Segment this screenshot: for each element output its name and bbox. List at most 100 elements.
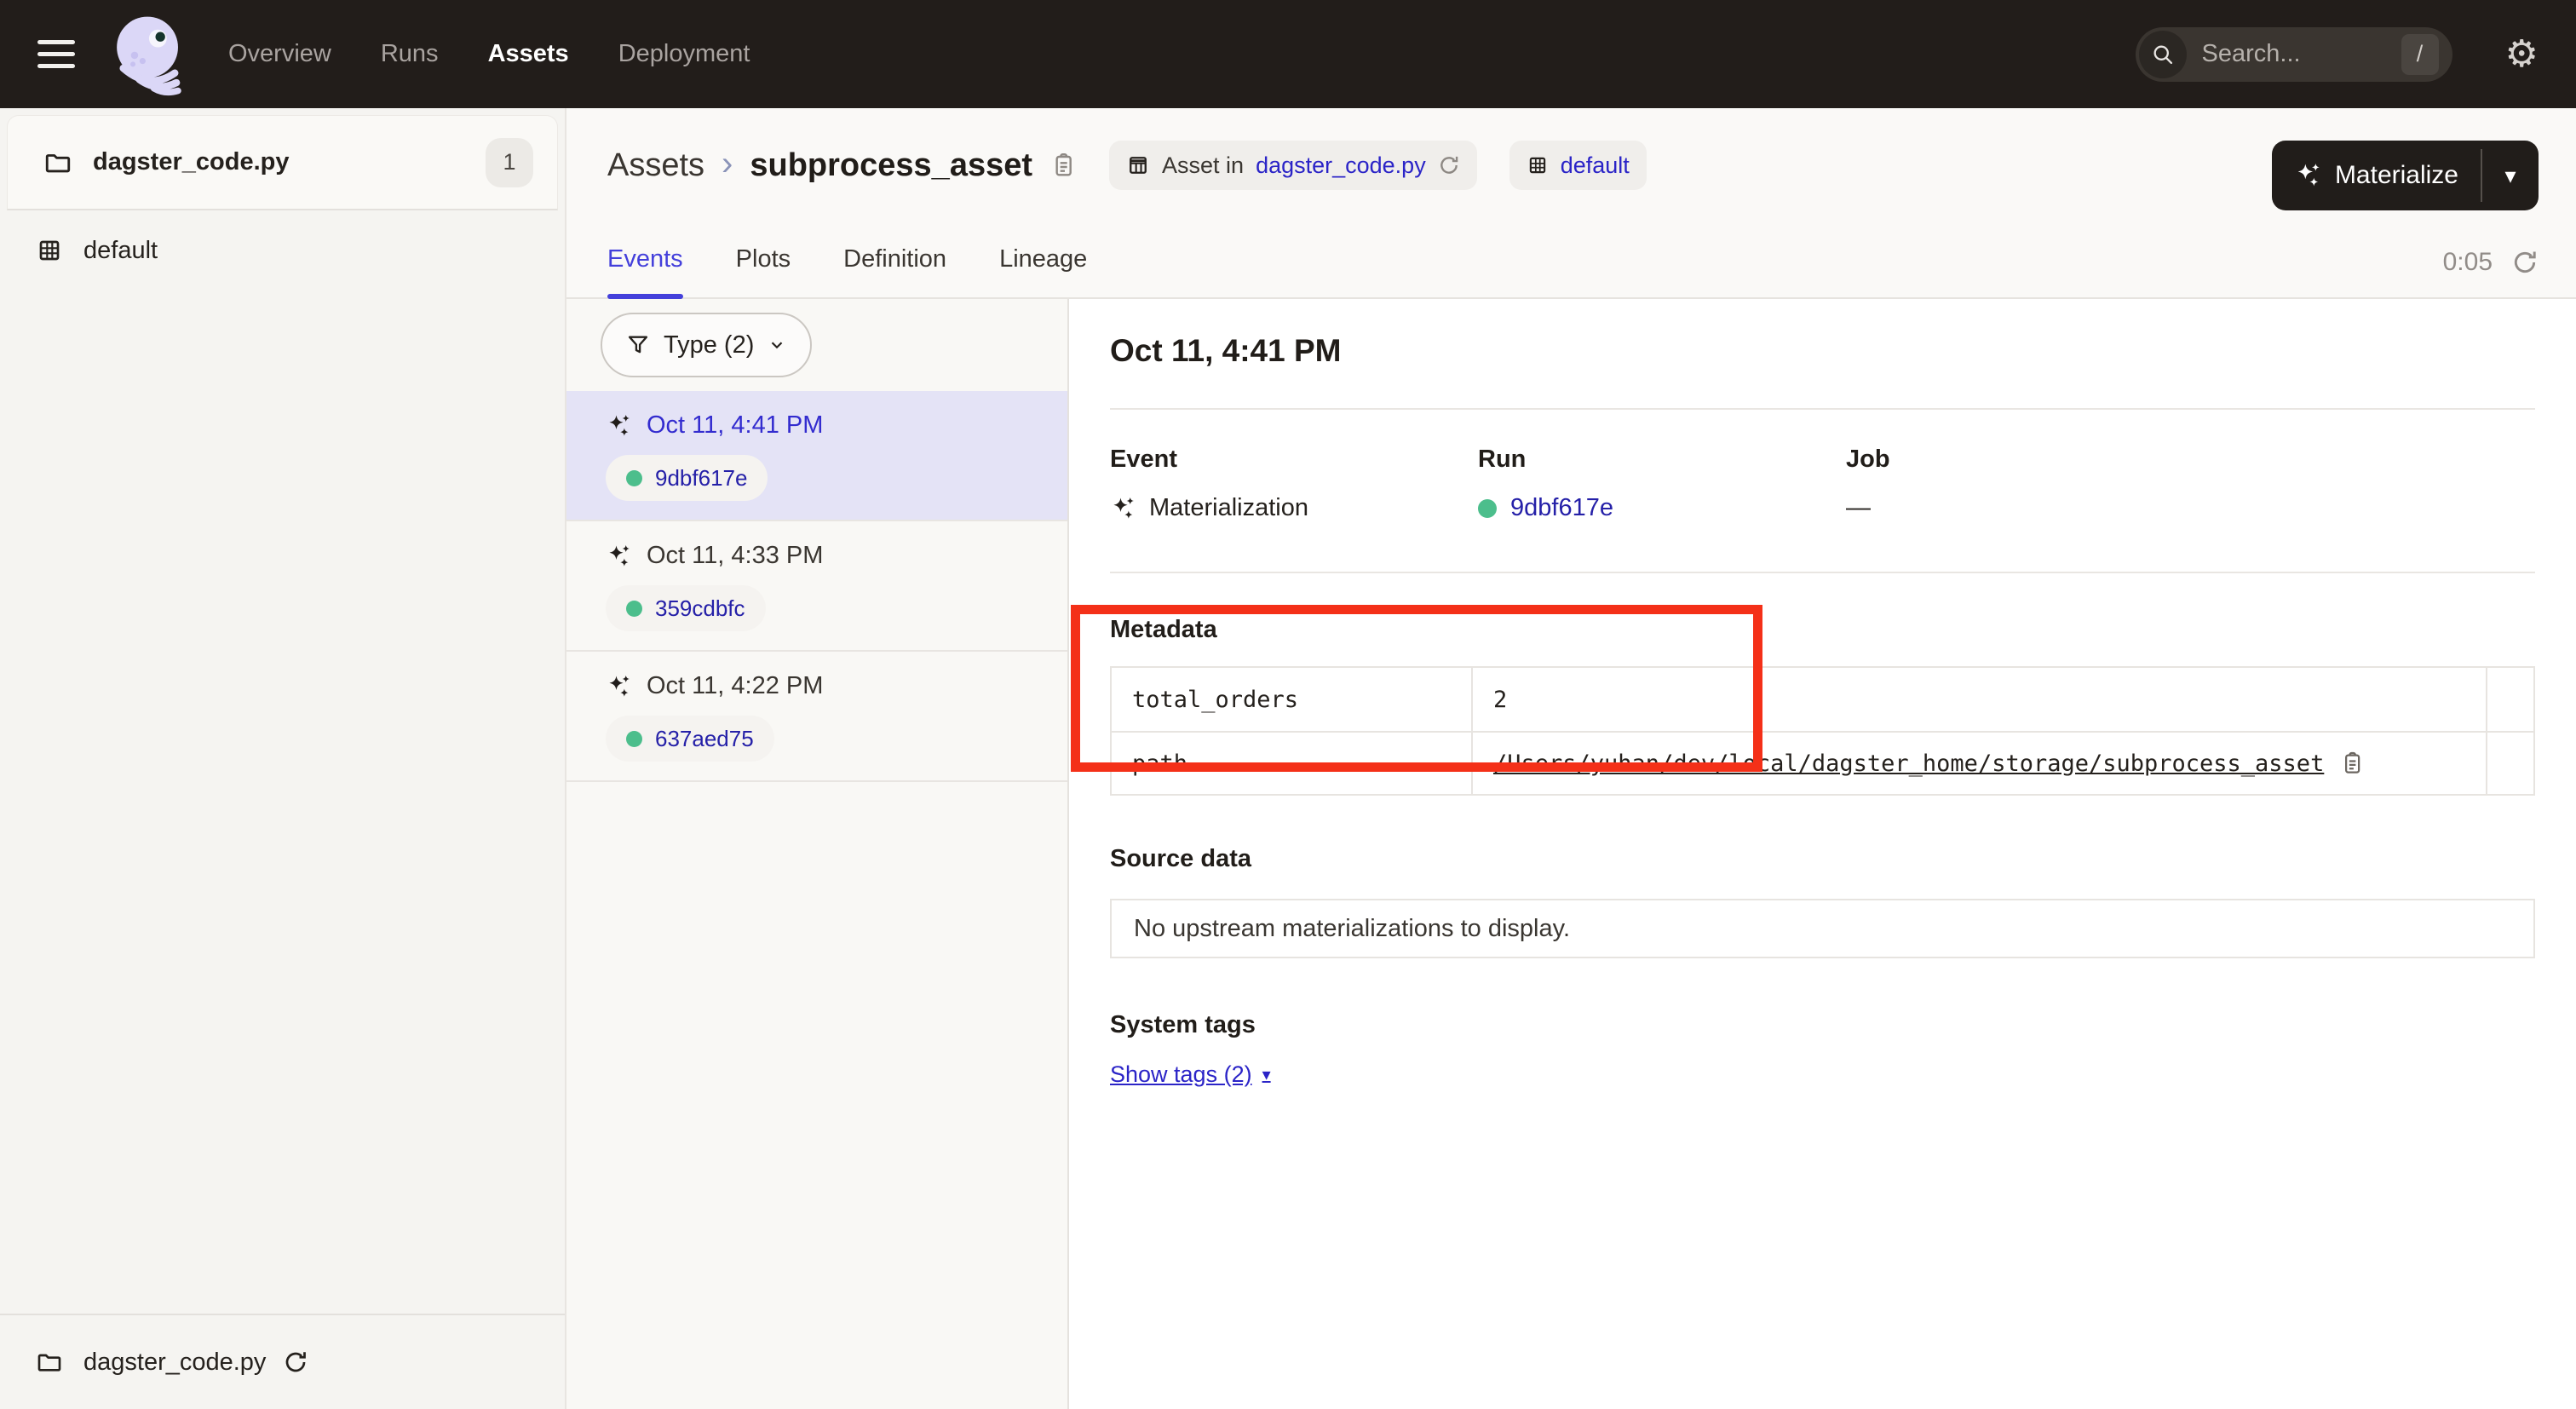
folder-icon [43,148,72,177]
system-tags-heading: System tags [1110,1011,2535,1039]
event-column-label: Event [1110,446,1478,474]
filter-label: Type (2) [664,331,754,359]
materialize-dropdown-button[interactable]: ▾ [2482,141,2539,210]
code-location-link[interactable]: dagster_code.py [1256,152,1426,179]
materialization-sparkle-icon [2294,162,2321,189]
metadata-heading: Metadata [1110,616,2535,644]
search-icon [2139,31,2187,78]
job-value: — [1846,494,1871,522]
table-row: total_orders 2 [1112,668,2533,731]
asset-group-icon [36,237,63,264]
storage-path-link[interactable]: /Users/yuhan/dev/local/dagster_home/stor… [1493,751,2324,777]
tab-plots[interactable]: Plots [736,245,791,297]
asset-count-badge: 1 [486,138,533,187]
sidebar-footer-code-location[interactable]: dagster_code.py [0,1314,565,1409]
event-detail-panel: Oct 11, 4:41 PM Event Materialization Ru… [1069,299,2576,1409]
asset-in-prefix: Asset in [1162,152,1244,179]
sidebar-item-code-location[interactable]: dagster_code.py 1 [7,115,558,210]
asset-in-badge[interactable]: Asset in dagster_code.py [1109,141,1477,190]
group-link[interactable]: default [1561,152,1630,179]
job-column-label: Job [1846,446,2535,474]
sidebar-item-label: default [83,237,158,265]
materialization-sparkle-icon [606,674,631,699]
metadata-key: total_orders [1112,668,1473,731]
nav-item-runs[interactable]: Runs [381,40,439,68]
asset-tabs-row: Events Plots Definition Lineage 0:05 [566,210,2576,299]
nav-item-assets[interactable]: Assets [488,40,569,68]
materialization-sparkle-icon [606,413,631,439]
materialize-button[interactable]: Materialize [2272,141,2481,210]
event-detail-title: Oct 11, 4:41 PM [1110,333,2535,369]
run-badge[interactable]: 359cdbfc [606,585,766,631]
event-list-item[interactable]: Oct 11, 4:41 PM 9dbf617e [566,391,1067,521]
run-id-link[interactable]: 637aed75 [655,726,754,752]
event-timestamp: Oct 11, 4:22 PM [647,672,823,700]
metadata-table: total_orders 2 path /Users/yuhan/dev/loc… [1110,666,2535,796]
table-icon [1126,153,1150,177]
materialization-sparkle-icon [606,543,631,569]
filter-icon [626,333,650,357]
refresh-icon[interactable] [2511,249,2539,276]
dagster-logo[interactable] [104,7,193,102]
breadcrumb-separator-icon: › [722,147,733,184]
copy-asset-name-icon[interactable] [1049,152,1077,179]
menu-icon[interactable] [37,40,75,68]
search-shortcut-key: / [2401,34,2439,75]
search-bar[interactable]: / [2136,27,2452,82]
breadcrumb-assets-link[interactable]: Assets [607,147,704,184]
search-input[interactable] [2187,40,2401,68]
nav-item-overview[interactable]: Overview [228,40,331,68]
run-id-link[interactable]: 359cdbfc [655,595,745,622]
breadcrumb: Assets › subprocess_asset Asset in dagst… [607,141,1647,190]
nav-item-deployment[interactable]: Deployment [618,40,750,68]
gear-icon[interactable]: ⚙ [2505,36,2539,73]
caret-down-icon: ▾ [2504,163,2516,189]
tab-definition[interactable]: Definition [843,245,946,297]
refresh-countdown: 0:05 [2443,248,2493,277]
run-status-dot [626,601,642,617]
asset-sidebar: dagster_code.py 1 default dagster_code.p… [0,108,566,1409]
sidebar-footer-label: dagster_code.py [83,1349,266,1377]
tab-events[interactable]: Events [607,245,683,297]
sidebar-item-label: dagster_code.py [93,148,486,176]
materialize-label: Materialize [2335,161,2458,190]
event-list-item[interactable]: Oct 11, 4:33 PM 359cdbfc [566,521,1067,652]
sidebar-item-default-group[interactable]: default [0,210,565,290]
run-badge[interactable]: 9dbf617e [606,455,768,501]
run-id-link[interactable]: 9dbf617e [1510,494,1613,522]
show-tags-label: Show tags (2) [1110,1061,1252,1088]
run-status-dot [626,470,642,486]
source-data-empty-state: No upstream materializations to display. [1110,899,2535,958]
event-type-value: Materialization [1149,494,1308,522]
materialization-sparkle-icon [1110,496,1136,521]
materialize-button-group: Materialize ▾ [2272,141,2539,210]
asset-group-icon [1527,154,1549,176]
event-list-panel: Type (2) Oct 11, 4:41 PM 9dbf617e [566,299,1069,1409]
table-row: path /Users/yuhan/dev/local/dagster_home… [1112,731,2533,794]
top-navbar: Overview Runs Assets Deployment / ⚙ [0,0,2576,108]
event-list-item[interactable]: Oct 11, 4:22 PM 637aed75 [566,652,1067,782]
metadata-value: 2 [1493,687,1507,713]
show-tags-toggle[interactable]: Show tags (2) ▾ [1110,1061,1271,1088]
caret-down-icon: ▾ [1262,1064,1271,1085]
run-status-dot [1478,499,1497,518]
run-id-link[interactable]: 9dbf617e [655,465,747,492]
metadata-key: path [1112,733,1473,794]
group-badge[interactable]: default [1509,141,1647,190]
event-column: Event Materialization [1110,446,1478,522]
folder-icon [36,1349,63,1376]
tab-lineage[interactable]: Lineage [999,245,1087,297]
run-badge[interactable]: 637aed75 [606,716,774,762]
run-status-dot [626,731,642,747]
copy-path-icon[interactable] [2339,751,2365,776]
reload-icon[interactable] [283,1349,308,1375]
event-type-filter-button[interactable]: Type (2) [601,313,812,377]
run-column: Run 9dbf617e [1478,446,1846,522]
asset-header: Assets › subprocess_asset Asset in dagst… [566,108,2576,210]
primary-nav: Overview Runs Assets Deployment [228,40,750,68]
job-column: Job — [1846,446,2535,522]
event-timestamp: Oct 11, 4:41 PM [647,411,823,440]
event-timestamp: Oct 11, 4:33 PM [647,542,823,570]
chevron-down-icon [768,336,786,354]
reload-icon[interactable] [1438,154,1460,176]
